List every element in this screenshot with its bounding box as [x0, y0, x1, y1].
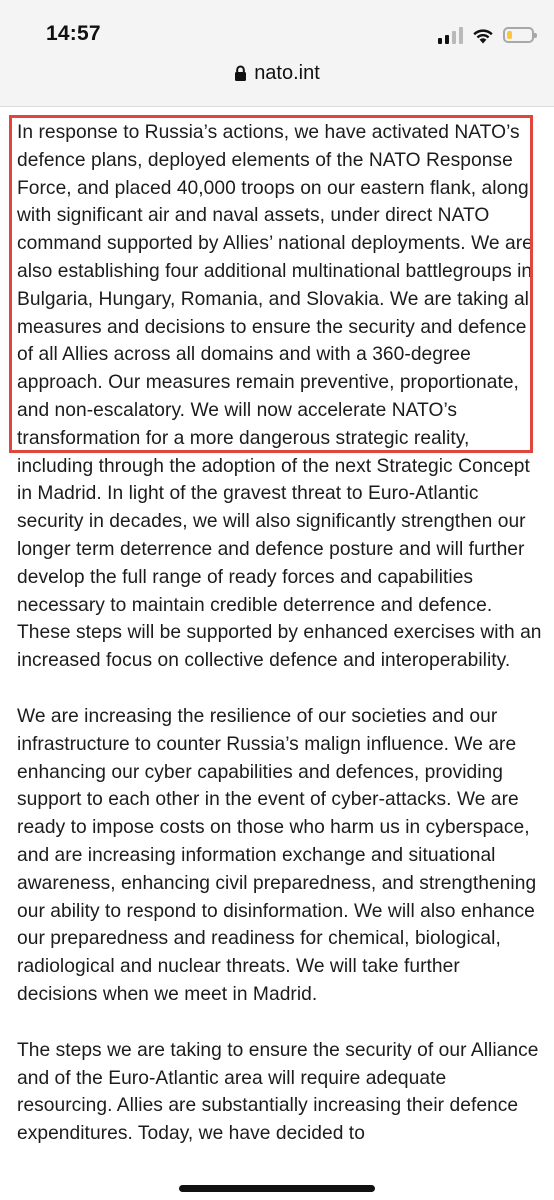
url-text: nato.int	[254, 61, 320, 84]
paragraph: In response to Russia’s actions, we have…	[17, 119, 542, 675]
home-indicator[interactable]	[179, 1185, 375, 1192]
status-time: 14:57	[46, 22, 101, 45]
signal-bars-icon	[438, 26, 463, 44]
battery-fill	[507, 31, 512, 39]
status-icons	[438, 22, 537, 48]
browser-top-bar: 14:57 nato.int	[0, 0, 554, 107]
address-bar[interactable]: nato.int	[0, 58, 554, 88]
paragraph: The steps we are taking to ensure the se…	[17, 1039, 539, 1145]
lock-icon	[235, 65, 247, 81]
battery-low-icon	[503, 27, 537, 43]
paragraph-continuation: We will now accelerate NATO’s transforma…	[17, 399, 542, 672]
wifi-icon	[473, 28, 493, 43]
article-body: In response to Russia’s actions, we have…	[17, 119, 542, 1176]
paragraph: We are increasing the resilience of our …	[17, 705, 537, 1005]
highlighted-passage: In response to Russia’s actions, we have…	[17, 122, 534, 421]
